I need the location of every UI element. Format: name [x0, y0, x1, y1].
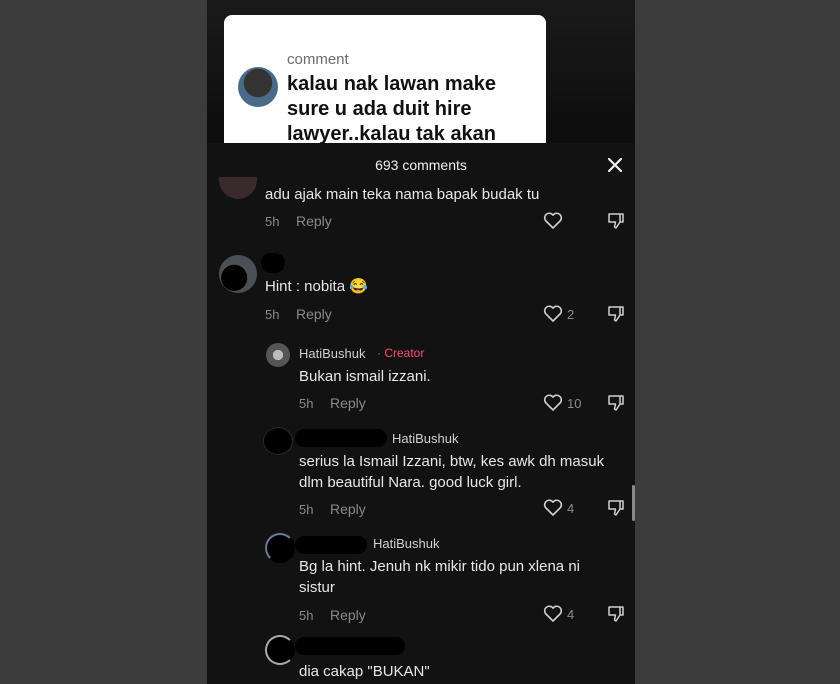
comment-text: dia cakap "BUKAN" [299, 663, 430, 680]
reply-button[interactable]: Reply [330, 607, 366, 623]
redacted-username [261, 253, 285, 273]
reply-button[interactable]: Reply [296, 306, 332, 322]
avatar[interactable] [265, 635, 295, 665]
comment-time: 5h [299, 502, 314, 517]
reply-to-username[interactable]: HatiBushuk [392, 431, 458, 446]
redacted-username [295, 429, 387, 447]
creator-badge: · Creator [377, 346, 425, 360]
like-count: 4 [567, 607, 575, 622]
comment-text: Bukan ismail izzani. [299, 368, 431, 385]
card-title: comment [287, 51, 349, 68]
like-count: 2 [567, 307, 575, 322]
heart-icon[interactable] [543, 394, 563, 412]
username[interactable]: HatiBushuk [299, 346, 365, 361]
comment-time: 5h [265, 307, 280, 322]
like-count: 4 [567, 501, 575, 516]
redacted-username [295, 536, 367, 554]
dislike-icon[interactable] [607, 394, 625, 412]
close-icon [607, 157, 623, 173]
dislike-icon[interactable] [607, 499, 625, 517]
like-count: 10 [567, 396, 582, 411]
scrollbar[interactable] [632, 485, 635, 521]
heart-icon[interactable] [543, 499, 563, 517]
avatar[interactable] [219, 177, 257, 199]
comment-time: 5h [299, 396, 314, 411]
dislike-icon[interactable] [607, 212, 625, 230]
reply-to-username[interactable]: HatiBushuk [373, 536, 439, 551]
comment-text: Hint : nobita 😂 [265, 278, 368, 295]
reply-button[interactable]: Reply [330, 395, 366, 411]
comment-text: adu ajak main teka nama bapak budak tu [265, 186, 540, 203]
dislike-icon[interactable] [607, 605, 625, 623]
avatar[interactable] [219, 255, 257, 293]
heart-icon[interactable] [543, 605, 563, 623]
comment-time: 5h [299, 608, 314, 623]
reply-button[interactable]: Reply [330, 501, 366, 517]
dislike-icon[interactable] [607, 305, 625, 323]
close-button[interactable] [603, 153, 627, 177]
card-comment-text: kalau nak lawan make sure u ada duit hir… [287, 73, 497, 145]
phone-screen: comment kalau nak lawan make sure u ada … [207, 0, 635, 684]
avatar [238, 67, 278, 107]
redacted-username [295, 637, 405, 655]
avatar[interactable] [263, 427, 293, 455]
avatar[interactable] [266, 343, 290, 367]
reply-button[interactable]: Reply [296, 213, 332, 229]
comment-text: Bg la hint. Jenuh nk mikir tido pun xlen… [299, 558, 580, 596]
avatar[interactable] [265, 533, 295, 563]
comment-time: 5h [265, 214, 280, 229]
heart-icon[interactable] [543, 212, 563, 230]
comments-count-title: 693 comments [375, 157, 467, 173]
pinned-comment-card: comment kalau nak lawan make sure u ada … [224, 15, 546, 155]
comments-sheet: 693 comments adu ajak main teka nama bap… [207, 143, 635, 684]
heart-icon[interactable] [543, 305, 563, 323]
comment-text: serius la Ismail Izzani, btw, kes awk dh… [299, 453, 605, 491]
